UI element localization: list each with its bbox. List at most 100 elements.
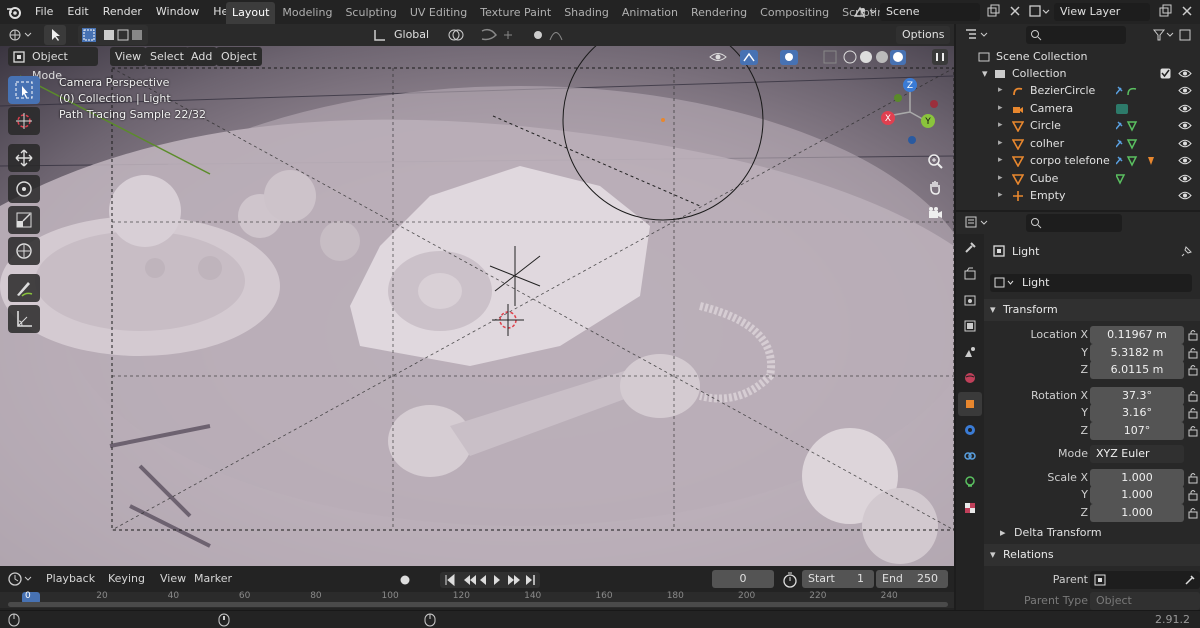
tab-object-data[interactable]	[958, 470, 982, 494]
outliner-item-circle[interactable]: ▸ Circle	[956, 117, 1200, 134]
properties-editor-icon[interactable]	[964, 215, 990, 231]
tool-annotate[interactable]	[8, 274, 40, 302]
visibility-eye-icon[interactable]	[1178, 173, 1192, 184]
frame-ruler[interactable]: 0 20 40 60 80 100 120 140 160 180 200 220 240	[0, 591, 954, 608]
keying-menu[interactable]: Keying	[108, 572, 145, 585]
lock-icon[interactable]	[1188, 364, 1198, 376]
tab-scene[interactable]	[958, 340, 982, 364]
location-x-field[interactable]: 0.11967 m	[1090, 326, 1184, 344]
lock-icon[interactable]	[1188, 425, 1198, 437]
current-frame-field[interactable]: 0	[712, 570, 774, 588]
tab-layout[interactable]: Layout	[226, 2, 276, 24]
visibility-eye-icon[interactable]	[1178, 103, 1192, 114]
end-frame-field[interactable]: End 250	[876, 570, 948, 588]
timeline-editor-icon[interactable]	[8, 571, 34, 587]
expand-arrow-icon[interactable]: ▸	[998, 82, 1003, 99]
add-menu[interactable]: Add	[186, 47, 218, 66]
object-menu[interactable]: Object	[216, 47, 262, 66]
visibility-eye-icon[interactable]	[1178, 85, 1192, 96]
zoom-view-button[interactable]	[924, 150, 946, 172]
select-menu[interactable]: Select	[145, 47, 189, 66]
expand-arrow-icon[interactable]: ▸	[998, 135, 1003, 152]
scale-x-field[interactable]: 1.000	[1090, 468, 1184, 487]
view-layer-field[interactable]: View Layer	[1054, 3, 1150, 21]
menu-window[interactable]: Window	[149, 0, 206, 24]
copy-scene-icon[interactable]	[986, 4, 1000, 18]
object-data-icons[interactable]	[1116, 103, 1160, 115]
visibility-eye-icon[interactable]	[1178, 138, 1192, 149]
tab-animation[interactable]: Animation	[616, 2, 684, 24]
tab-tool[interactable]	[958, 236, 982, 260]
start-frame-field[interactable]: Start 1	[802, 570, 874, 588]
tool-measure[interactable]	[8, 305, 40, 333]
options-dropdown[interactable]: Options	[896, 26, 950, 44]
expand-arrow-icon[interactable]: ▸	[998, 117, 1003, 134]
viewport-shading-controls[interactable]	[708, 48, 952, 66]
3d-viewport[interactable]: Camera Perspective (0) Collection | Ligh…	[0, 46, 954, 566]
timeline-view-menu[interactable]: View	[160, 572, 186, 585]
outliner-item-empty[interactable]: ▸ Empty	[956, 187, 1200, 204]
tab-sculpting[interactable]: Sculpting	[339, 2, 402, 24]
lock-icon[interactable]	[1188, 507, 1198, 519]
tool-move[interactable]	[8, 144, 40, 172]
menu-file[interactable]: File	[28, 0, 60, 24]
collapse-collection-icon[interactable]: ▾	[982, 65, 988, 82]
visibility-eye-icon[interactable]	[1178, 155, 1192, 166]
lock-icon[interactable]	[1188, 472, 1198, 484]
tab-texture[interactable]	[958, 496, 982, 520]
marker-menu[interactable]: Marker	[194, 572, 232, 585]
outliner-scene-collection[interactable]: Scene Collection	[956, 48, 1200, 65]
parent-type-dropdown[interactable]: Object	[1090, 592, 1200, 610]
tab-uv-editing[interactable]: UV Editing	[404, 2, 473, 24]
tool-scale[interactable]	[8, 206, 40, 234]
tab-object[interactable]	[958, 392, 982, 416]
lock-icon[interactable]	[1188, 407, 1198, 419]
tab-modifiers[interactable]	[958, 418, 982, 442]
scale-y-field[interactable]: 1.000	[1090, 486, 1184, 504]
outliner-item-colher[interactable]: ▸ colher	[956, 135, 1200, 152]
timeline-scrollbar[interactable]	[8, 602, 948, 607]
scene-field[interactable]: Scene	[880, 3, 980, 21]
tab-render[interactable]	[958, 262, 982, 286]
outliner-item-corpo-telefone[interactable]: ▸ corpo telefone	[956, 152, 1200, 169]
relations-panel-header[interactable]: ▾ Relations	[984, 544, 1200, 566]
blender-logo-icon[interactable]	[6, 4, 22, 20]
lock-icon[interactable]	[1188, 489, 1198, 501]
pivot-snap-proportional-icons[interactable]	[446, 27, 576, 43]
tab-shading[interactable]: Shading	[558, 2, 615, 24]
object-data-icons[interactable]	[1116, 173, 1160, 185]
collection-checkbox[interactable]	[1160, 68, 1171, 79]
tab-rendering[interactable]: Rendering	[685, 2, 753, 24]
tab-compositing[interactable]: Compositing	[754, 2, 835, 24]
expand-arrow-icon[interactable]: ▸	[998, 152, 1003, 169]
eyedropper-icon[interactable]	[1184, 574, 1196, 586]
rotation-z-field[interactable]: 107°	[1090, 421, 1184, 440]
filter-icon[interactable]	[1152, 28, 1196, 42]
tab-texture-paint[interactable]: Texture Paint	[474, 2, 557, 24]
scene-icon[interactable]	[852, 4, 878, 20]
rotation-y-field[interactable]: 3.16°	[1090, 404, 1184, 422]
select-tool-button[interactable]	[44, 25, 66, 45]
parent-field[interactable]	[1090, 571, 1200, 589]
visibility-eye-icon[interactable]	[1178, 68, 1192, 79]
tool-select-box[interactable]	[8, 76, 40, 104]
outliner-item-camera[interactable]: ▸ Camera	[956, 100, 1200, 117]
rotation-x-field[interactable]: 37.3°	[1090, 386, 1184, 405]
tab-modeling[interactable]: Modeling	[276, 2, 338, 24]
location-z-field[interactable]: 6.0115 m	[1090, 361, 1184, 379]
menu-render[interactable]: Render	[96, 0, 149, 24]
copy-view-layer-icon[interactable]	[1158, 4, 1172, 18]
camera-view-button[interactable]	[924, 202, 946, 224]
expand-arrow-icon[interactable]: ▸	[998, 100, 1003, 117]
location-y-field[interactable]: 5.3182 m	[1090, 343, 1184, 362]
tab-output[interactable]	[958, 288, 982, 312]
visibility-eye-icon[interactable]	[1178, 120, 1192, 131]
pin-icon[interactable]	[1180, 244, 1194, 258]
navigation-gizmo[interactable]: Z Y X	[876, 76, 944, 148]
delta-transform-panel[interactable]: ▸ Delta Transform	[984, 524, 1200, 542]
object-data-icons[interactable]	[1116, 190, 1160, 202]
select-mode-icons[interactable]	[78, 25, 148, 45]
object-data-icons[interactable]	[1116, 120, 1160, 132]
rotation-mode-dropdown[interactable]: XYZ Euler	[1090, 445, 1184, 463]
expand-arrow-icon[interactable]: ▸	[998, 187, 1003, 204]
